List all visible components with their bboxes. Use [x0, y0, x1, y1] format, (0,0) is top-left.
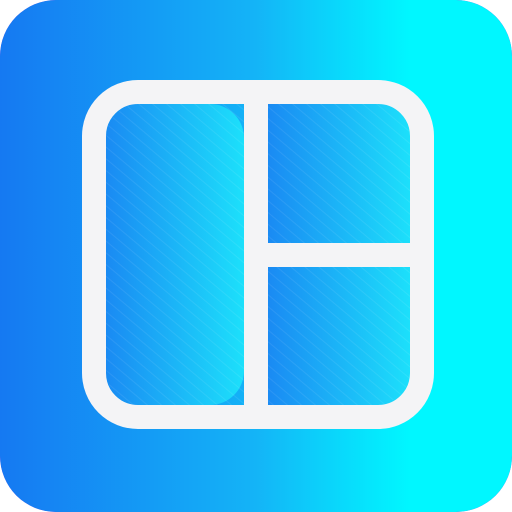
- app-icon-tile[interactable]: [0, 0, 512, 512]
- collage-layout-icon: [0, 0, 512, 512]
- icon-stage: [0, 0, 512, 512]
